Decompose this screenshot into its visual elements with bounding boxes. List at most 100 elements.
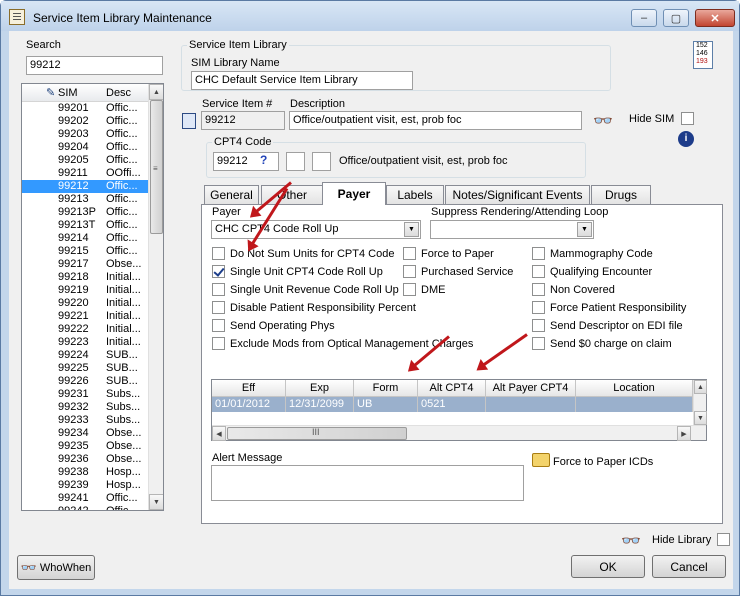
payer-option-checkbox[interactable] bbox=[212, 265, 225, 278]
payer-option-label[interactable]: Send Descriptor on EDI file bbox=[550, 320, 683, 332]
list-item[interactable]: 99213P Offic... bbox=[22, 206, 148, 219]
list-item[interactable]: 99214 Offic... bbox=[22, 232, 148, 245]
ok-button[interactable]: OK bbox=[571, 555, 645, 578]
payer-option-checkbox[interactable] bbox=[532, 337, 545, 350]
list-item[interactable]: 99234 Obse... bbox=[22, 427, 148, 440]
column-header-desc[interactable]: Desc bbox=[106, 87, 131, 99]
grid-header-alt-cpt4[interactable]: Alt CPT4 bbox=[418, 380, 486, 397]
grid-cell-form[interactable]: UB bbox=[354, 397, 418, 412]
payer-option-label[interactable]: Send Operating Phys bbox=[230, 320, 335, 332]
service-item-input[interactable]: 99212 bbox=[201, 111, 285, 130]
payer-option-label[interactable]: Purchased Service bbox=[421, 266, 513, 278]
list-item[interactable]: 99231 Subs... bbox=[22, 388, 148, 401]
list-item[interactable]: 99222 Initial... bbox=[22, 323, 148, 336]
payer-option-checkbox[interactable] bbox=[212, 247, 225, 260]
list-item[interactable]: 99224 SUB... bbox=[22, 349, 148, 362]
grid-cell-location[interactable] bbox=[576, 397, 693, 412]
list-item[interactable]: 99201 Offic... bbox=[22, 102, 148, 115]
grid-scroll-down[interactable]: ▼ bbox=[694, 411, 707, 425]
list-item[interactable]: 99241 Offic... bbox=[22, 492, 148, 505]
payer-option-label[interactable]: Disable Patient Responsibility Percent bbox=[230, 302, 416, 314]
list-item[interactable]: 99239 Hosp... bbox=[22, 479, 148, 492]
whowhen-button[interactable]: 👓 WhoWhen bbox=[17, 555, 95, 580]
payer-option-checkbox[interactable] bbox=[403, 247, 416, 260]
notes-icon[interactable] bbox=[182, 113, 196, 129]
folder-icon[interactable] bbox=[532, 453, 550, 467]
grid-scroll-up[interactable]: ▲ bbox=[694, 380, 707, 394]
list-item[interactable]: 99212 Offic... bbox=[22, 180, 148, 193]
list-item[interactable]: 99219 Initial... bbox=[22, 284, 148, 297]
list-item[interactable]: 99238 Hosp... bbox=[22, 466, 148, 479]
list-item[interactable]: 99233 Subs... bbox=[22, 414, 148, 427]
payer-grid[interactable]: Eff Exp Form Alt CPT4 Alt Payer CPT4 Loc… bbox=[211, 379, 707, 441]
tab-labels[interactable]: Labels bbox=[386, 185, 444, 204]
info-icon[interactable]: i bbox=[678, 131, 694, 147]
minimize-button[interactable]: ‒ bbox=[631, 9, 657, 27]
payer-option-label[interactable]: Qualifying Encounter bbox=[550, 266, 652, 278]
glasses-icon[interactable]: 👓 bbox=[593, 111, 613, 131]
payer-option-label[interactable]: Force to Paper bbox=[421, 248, 494, 260]
payer-option-checkbox[interactable] bbox=[532, 283, 545, 296]
scroll-down-button[interactable]: ▼ bbox=[149, 494, 163, 510]
list-scrollbar[interactable]: ▲ ≡ ▼ bbox=[148, 84, 163, 510]
alert-message-input[interactable] bbox=[211, 465, 524, 501]
payer-option-checkbox[interactable] bbox=[212, 301, 225, 314]
payer-option-label[interactable]: Non Covered bbox=[550, 284, 615, 296]
payer-option-checkbox[interactable] bbox=[403, 265, 416, 278]
glasses-icon[interactable]: 👓 bbox=[621, 531, 641, 551]
grid-cell-exp[interactable]: 12/31/2099 bbox=[286, 397, 354, 412]
maximize-button[interactable]: ▢ bbox=[663, 9, 689, 27]
close-button[interactable]: ✕ bbox=[695, 9, 735, 27]
payer-dropdown[interactable]: CHC CPT4 Code Roll Up ▼ bbox=[211, 220, 421, 239]
tab-notes[interactable]: Notes/Significant Events bbox=[445, 185, 590, 204]
list-item[interactable]: 99217 Obse... bbox=[22, 258, 148, 271]
suppress-dropdown[interactable]: ▼ bbox=[430, 220, 594, 239]
payer-option-checkbox[interactable] bbox=[532, 265, 545, 278]
description-input[interactable]: Office/outpatient visit, est, prob foc bbox=[289, 111, 582, 130]
list-item[interactable]: 99213T Offic... bbox=[22, 219, 148, 232]
list-item[interactable]: 99220 Initial... bbox=[22, 297, 148, 310]
grid-header-location[interactable]: Location bbox=[576, 380, 693, 397]
sim-list[interactable]: ✎ SIM Desc 99201 Offic... 99202 Offic... 992… bbox=[21, 83, 164, 511]
list-item[interactable]: 99235 Obse... bbox=[22, 440, 148, 453]
payer-option-checkbox[interactable] bbox=[532, 301, 545, 314]
calendar-icon[interactable]: 152 146 193 bbox=[693, 41, 713, 69]
list-item[interactable]: 99218 Initial... bbox=[22, 271, 148, 284]
dropdown-arrow-icon[interactable]: ▼ bbox=[404, 222, 419, 237]
list-item[interactable]: 99213 Offic... bbox=[22, 193, 148, 206]
hide-library-checkbox[interactable] bbox=[717, 533, 730, 546]
grid-header-alt-payer-cpt4[interactable]: Alt Payer CPT4 bbox=[486, 380, 576, 397]
hide-sim-checkbox[interactable] bbox=[681, 112, 694, 125]
grid-cell-alt-payer-cpt4[interactable] bbox=[486, 397, 576, 412]
tab-general[interactable]: General bbox=[204, 185, 259, 204]
grid-hscroll[interactable]: ◀ III ▶ bbox=[212, 425, 706, 441]
list-item[interactable]: 99221 Initial... bbox=[22, 310, 148, 323]
help-icon[interactable]: ? bbox=[260, 153, 267, 167]
grid-vscroll[interactable]: ▲ ▼ bbox=[693, 380, 707, 425]
payer-option-checkbox[interactable] bbox=[212, 319, 225, 332]
tab-drugs[interactable]: Drugs bbox=[591, 185, 651, 204]
payer-option-label[interactable]: Single Unit Revenue Code Roll Up bbox=[230, 284, 399, 296]
grid-header-eff[interactable]: Eff bbox=[212, 380, 286, 397]
cpt4-modifier-1[interactable] bbox=[286, 152, 305, 171]
list-item[interactable]: 99203 Offic... bbox=[22, 128, 148, 141]
grid-cell-alt-cpt4[interactable]: 0521 bbox=[418, 397, 486, 412]
dropdown-arrow-icon[interactable]: ▼ bbox=[577, 222, 592, 237]
grid-cell-eff[interactable]: 01/01/2012 bbox=[212, 397, 286, 412]
list-item[interactable]: 99202 Offic... bbox=[22, 115, 148, 128]
scroll-up-button[interactable]: ▲ bbox=[149, 84, 163, 100]
library-name-input[interactable]: CHC Default Service Item Library bbox=[191, 71, 413, 90]
cancel-button[interactable]: Cancel bbox=[652, 555, 726, 578]
grid-scroll-left[interactable]: ◀ bbox=[212, 426, 226, 441]
title-bar[interactable]: Service Item Library Maintenance ‒ ▢ ✕ bbox=[1, 1, 739, 31]
payer-option-checkbox[interactable] bbox=[532, 247, 545, 260]
column-header-sim[interactable]: SIM bbox=[58, 87, 78, 99]
payer-option-checkbox[interactable] bbox=[532, 319, 545, 332]
cpt4-input[interactable]: 99212 bbox=[213, 152, 279, 171]
list-item[interactable]: 99226 SUB... bbox=[22, 375, 148, 388]
list-item[interactable]: 99215 Offic... bbox=[22, 245, 148, 258]
list-item[interactable]: 99242 Offic... bbox=[22, 505, 148, 510]
payer-option-label[interactable]: DME bbox=[421, 284, 445, 296]
grid-header-exp[interactable]: Exp bbox=[286, 380, 354, 397]
search-input[interactable]: 99212 bbox=[26, 56, 163, 75]
